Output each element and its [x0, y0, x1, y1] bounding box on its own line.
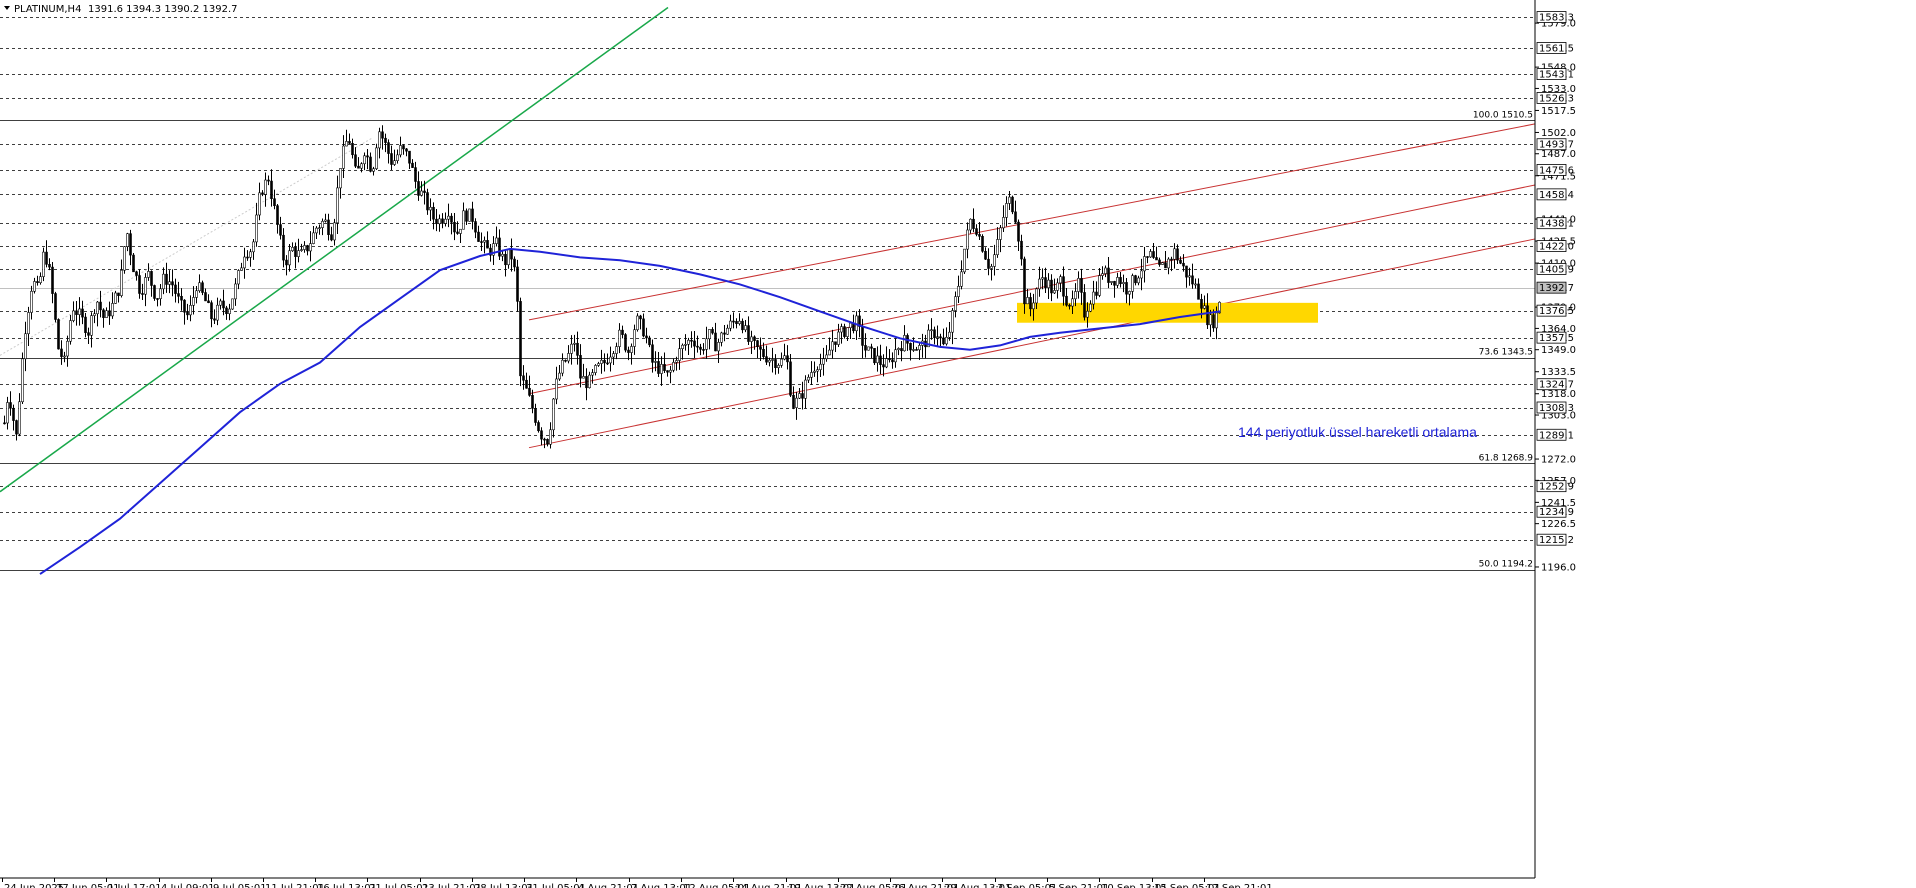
time-tick-label: 11 Jul 21:01: [265, 883, 325, 888]
candle: [54, 291, 57, 323]
candle: [963, 248, 966, 274]
svg-text:1458.4: 1458.4: [1539, 190, 1574, 201]
price-tick-label: 1487.0: [1541, 149, 1576, 160]
candle: [123, 245, 126, 274]
level-label: 1215.2: [1536, 533, 1574, 546]
level-label: 1324.7: [1536, 378, 1574, 391]
candle: [153, 284, 156, 301]
ohlc-label: 1391.6 1394.3 1390.2 1392.7: [88, 4, 238, 15]
svg-text:1526.3: 1526.3: [1539, 93, 1574, 104]
time-tick-label: 9 Jul 05:01: [213, 883, 267, 888]
time-tick-label: 16 Jul 13:01: [317, 883, 377, 888]
svg-text:1252.9: 1252.9: [1539, 482, 1574, 493]
fib-label: 61.8 1268.9: [1479, 453, 1534, 463]
level-label: 1422.0: [1536, 240, 1574, 253]
candle: [132, 252, 135, 273]
price-tick-label: 1502.0: [1541, 128, 1576, 139]
level-label: 1376.5: [1536, 304, 1574, 317]
price-tick-label: 1333.5: [1541, 367, 1576, 378]
candle: [873, 347, 876, 365]
candle: [42, 247, 45, 282]
svg-text:1438.1: 1438.1: [1539, 219, 1574, 230]
svg-text:1422.0: 1422.0: [1539, 242, 1574, 253]
level-label: 1234.9: [1536, 505, 1574, 518]
price-tick-label: 1318.0: [1541, 389, 1576, 400]
candle: [867, 346, 870, 351]
chart-canvas: 1579.01548.01533.01517.51502.01487.01471…: [0, 0, 1916, 888]
level-label: 1526.3: [1536, 92, 1574, 104]
svg-text:1324.7: 1324.7: [1539, 380, 1574, 391]
svg-text:1308.3: 1308.3: [1539, 403, 1574, 414]
ema-annotation: 144 periyotluk üssel hareketli ortalama: [1238, 424, 1477, 440]
candle: [519, 297, 522, 387]
time-tick-label: 23 Jul 21:01: [422, 883, 482, 888]
candle: [114, 290, 117, 304]
level-label: 1438.1: [1536, 217, 1574, 230]
level-label: 1493.7: [1536, 138, 1574, 151]
platinum-h4-chart: 1579.0 1548.0 1533.0 1517.5 1502.0 1487.0 1471…: [0, 0, 1916, 888]
time-tick-label: 31 Jul 05:01: [526, 883, 586, 888]
current-price-label: 1392.7: [1536, 281, 1574, 294]
time-tick-label: 17 Sep 21:01: [1206, 883, 1273, 888]
candle: [231, 298, 234, 310]
svg-text:1493.7: 1493.7: [1539, 140, 1574, 151]
price-tick-label: 1349.0: [1541, 345, 1576, 356]
candle: [537, 420, 540, 433]
price-tick-label: 1226.5: [1541, 519, 1576, 530]
svg-text:1289.1: 1289.1: [1539, 430, 1574, 441]
symbol-label: PLATINUM,H4: [14, 4, 81, 15]
fib-label: 73.6 1343.5: [1479, 348, 1533, 358]
candle: [375, 143, 378, 171]
svg-text:1405.9: 1405.9: [1539, 264, 1574, 275]
candle: [21, 352, 24, 404]
level-label: 1357.5: [1536, 331, 1574, 344]
candle: [468, 208, 471, 222]
svg-text:1357.5: 1357.5: [1539, 333, 1574, 344]
level-label: 1583.3: [1536, 11, 1574, 24]
candle: [624, 333, 627, 353]
time-tick-label: 1 Jul 17:01: [108, 883, 162, 888]
svg-text:1376.5: 1376.5: [1539, 306, 1574, 317]
svg-text:1234.9: 1234.9: [1539, 507, 1574, 518]
time-tick-label: 4 Aug 21:01: [578, 883, 639, 888]
svg-text:1475.6: 1475.6: [1539, 165, 1574, 176]
time-tick-label: 21 Jul 05:01: [369, 883, 429, 888]
price-tick-label: 1196.0: [1541, 562, 1576, 573]
fib-label: 100.0 1510.5: [1473, 110, 1533, 120]
level-label: 1308.3: [1536, 401, 1574, 414]
svg-text:1215.2: 1215.2: [1539, 535, 1574, 546]
level-label: 1252.9: [1536, 480, 1574, 493]
level-label: 1543.1: [1536, 68, 1574, 81]
price-tick-label: 1517.5: [1541, 106, 1576, 117]
chart-header: PLATINUM,H4 1391.6 1394.3 1390.2 1392.7: [4, 4, 238, 15]
svg-text:1392.7: 1392.7: [1539, 283, 1574, 294]
svg-text:1583.3: 1583.3: [1539, 13, 1574, 24]
svg-text:1543.1: 1543.1: [1539, 70, 1574, 81]
fib-label: 50.0 1194.2: [1479, 560, 1533, 570]
candle: [1011, 195, 1014, 215]
level-label: 1475.6: [1536, 164, 1574, 176]
level-label: 1561.5: [1536, 42, 1574, 54]
level-label: 1458.4: [1536, 188, 1574, 201]
level-label: 1405.9: [1536, 263, 1574, 275]
level-label: 1289.1: [1536, 428, 1574, 441]
time-tick-label: 4 Jul 09:01: [161, 883, 215, 888]
price-tick-label: 1272.0: [1541, 455, 1576, 466]
candle: [636, 313, 639, 332]
svg-text:1561.5: 1561.5: [1539, 43, 1574, 54]
candle: [981, 234, 984, 253]
time-tick-label: 28 Jul 13:01: [474, 883, 534, 888]
candle: [57, 318, 60, 350]
